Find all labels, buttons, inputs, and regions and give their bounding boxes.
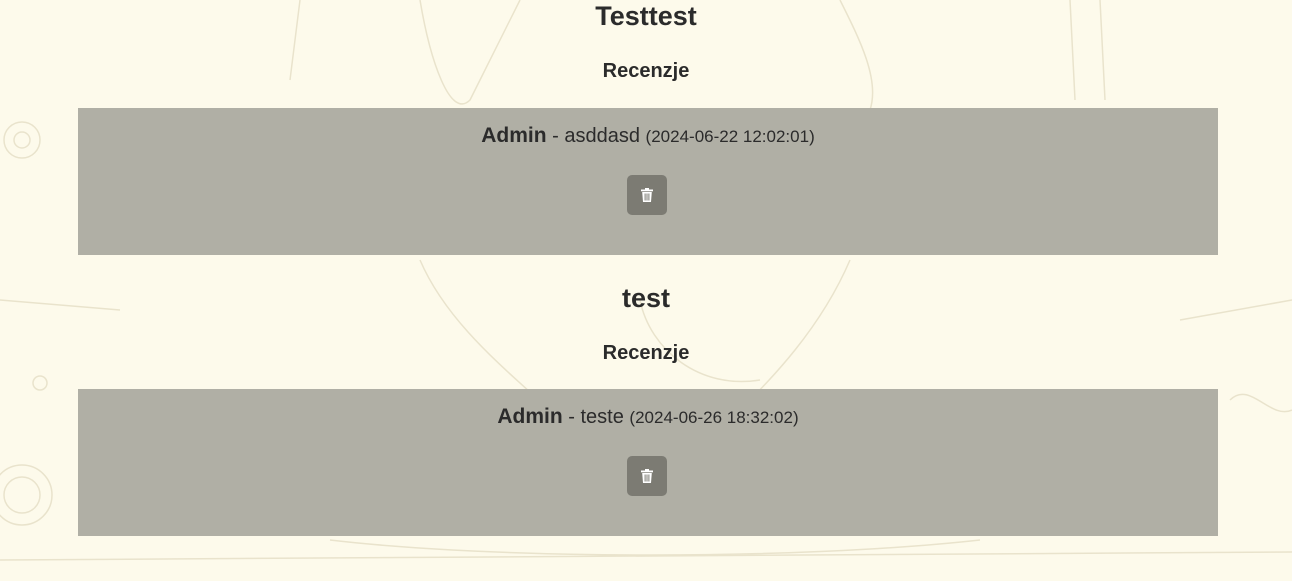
game-title: Testtest <box>595 1 697 31</box>
delete-review-button[interactable] <box>627 456 667 496</box>
review-separator: - <box>562 406 581 428</box>
review-author: Admin <box>481 124 547 147</box>
game-section: test <box>0 282 1292 314</box>
trash-icon <box>641 469 653 483</box>
review-line: Admin - asddasd (2024-06-22 12:02:01) <box>78 124 1218 149</box>
review-date: (2024-06-26 18:32:02) <box>629 408 799 427</box>
reviews-heading: Recenzje <box>602 342 690 364</box>
review-card: Admin - teste (2024-06-26 18:32:02) <box>78 389 1218 536</box>
review-line: Admin - teste (2024-06-26 18:32:02) <box>78 405 1218 430</box>
reviews-heading: Recenzje <box>602 60 690 82</box>
game-title: test <box>621 283 670 313</box>
review-date: (2024-06-22 12:02:01) <box>645 127 815 146</box>
reviews-section: Recenzje <box>0 59 1292 83</box>
page: Testtest Recenzje Admin - asddasd (2024-… <box>0 0 1292 581</box>
trash-icon <box>641 188 653 202</box>
reviews-section: Recenzje <box>0 341 1292 365</box>
review-separator: - <box>546 125 565 147</box>
review-text: asddasd <box>564 125 640 147</box>
game-section: Testtest <box>0 0 1292 32</box>
review-card: Admin - asddasd (2024-06-22 12:02:01) <box>78 108 1218 255</box>
review-author: Admin <box>497 405 563 428</box>
review-text: teste <box>580 406 624 428</box>
delete-review-button[interactable] <box>627 175 667 215</box>
